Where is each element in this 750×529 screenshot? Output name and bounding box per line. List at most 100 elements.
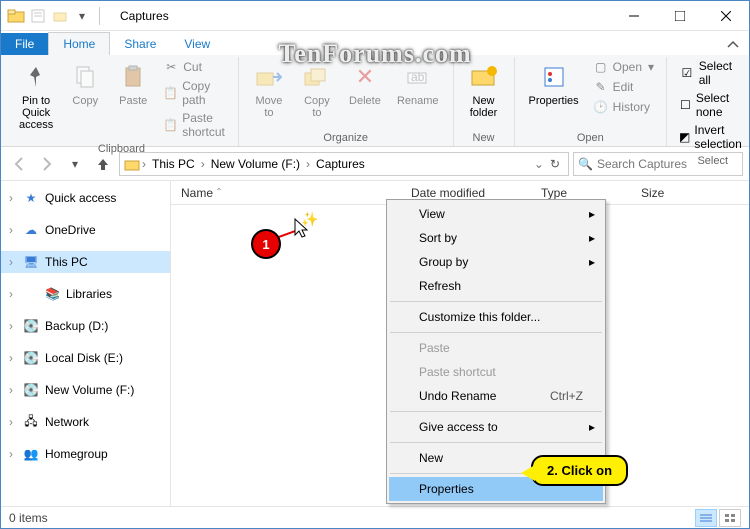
context-paste-shortcut: Paste shortcut xyxy=(389,360,603,384)
copy-path-icon: 📋 xyxy=(163,85,178,101)
invert-selection-button[interactable]: ◩Invert selection xyxy=(675,121,750,153)
context-customize[interactable]: Customize this folder... xyxy=(389,305,603,329)
cloud-icon: ☁ xyxy=(23,222,39,238)
window-title: Captures xyxy=(110,9,611,23)
delete-button[interactable]: ✕ Delete xyxy=(343,57,387,130)
content-area: ★Quick access ☁OneDrive 🖥This PC 📚Librar… xyxy=(1,181,749,506)
properties-icon xyxy=(538,61,570,93)
folder-icon xyxy=(124,156,140,172)
up-button[interactable] xyxy=(91,152,115,176)
address-bar-row: ▾ › This PC› New Volume (F:)› Captures ⌄… xyxy=(1,147,749,181)
new-folder-qat-icon[interactable] xyxy=(51,7,69,25)
breadcrumb-thispc[interactable]: This PC xyxy=(148,155,199,173)
ribbon-group-new: New folder New xyxy=(454,57,515,146)
folder-icon xyxy=(7,7,25,25)
sidebar-item-quick-access[interactable]: ★Quick access xyxy=(1,187,170,209)
edit-button[interactable]: ✎Edit xyxy=(589,77,658,97)
minimize-button[interactable] xyxy=(611,1,657,31)
sidebar-item-network[interactable]: 🖧Network xyxy=(1,411,170,433)
paste-button[interactable]: Paste xyxy=(111,57,155,141)
ribbon-collapse-button[interactable] xyxy=(717,35,749,55)
tab-home[interactable]: Home xyxy=(48,32,110,55)
navigation-sidebar: ★Quick access ☁OneDrive 🖥This PC 📚Librar… xyxy=(1,181,171,506)
copy-path-button[interactable]: 📋Copy path xyxy=(159,77,230,109)
address-dropdown-icon[interactable]: ⌄ xyxy=(534,157,544,171)
drive-icon: 💽 xyxy=(23,382,39,398)
titlebar: ▾ Captures xyxy=(1,1,749,31)
sidebar-item-onedrive[interactable]: ☁OneDrive xyxy=(1,219,170,241)
annotation-step2: 2. Click on xyxy=(531,455,628,486)
context-paste: Paste xyxy=(389,336,603,360)
libraries-icon xyxy=(23,286,39,302)
copyto-icon xyxy=(301,61,333,93)
context-give-access[interactable]: Give access to▸ xyxy=(389,415,603,439)
context-undo-rename[interactable]: Undo RenameCtrl+Z xyxy=(389,384,603,408)
svg-text:ab: ab xyxy=(411,70,425,84)
tab-file[interactable]: File xyxy=(1,33,48,55)
copy-button[interactable]: Copy xyxy=(63,57,107,141)
sidebar-item-libraries[interactable]: 📚Libraries xyxy=(1,283,170,305)
history-button[interactable]: 🕑History xyxy=(589,97,658,117)
qat-dropdown-icon[interactable]: ▾ xyxy=(73,7,91,25)
column-name[interactable]: Name ˆ xyxy=(171,186,401,200)
breadcrumb-captures[interactable]: Captures xyxy=(312,155,369,173)
ribbon-group-select: ☑Select all ☐Select none ◩Invert selecti… xyxy=(667,57,750,146)
breadcrumb-volume[interactable]: New Volume (F:) xyxy=(207,155,304,173)
recent-button[interactable]: ▾ xyxy=(63,152,87,176)
sidebar-item-newvol[interactable]: 💽New Volume (F:) xyxy=(1,379,170,401)
open-button[interactable]: ▢Open▾ xyxy=(589,57,658,77)
status-bar: 0 items xyxy=(1,506,749,528)
homegroup-icon: 👥 xyxy=(23,446,39,462)
drive-icon: 💽 xyxy=(23,318,39,334)
copy-to-button[interactable]: Copy to xyxy=(295,57,339,130)
forward-button[interactable] xyxy=(35,152,59,176)
large-icons-view-button[interactable] xyxy=(719,509,741,527)
sidebar-item-thispc[interactable]: 🖥This PC xyxy=(1,251,170,273)
sidebar-item-homegroup[interactable]: 👥Homegroup xyxy=(1,443,170,465)
cut-button[interactable]: ✂Cut xyxy=(159,57,230,77)
search-box[interactable]: 🔍 Search Captures xyxy=(573,152,743,176)
invert-icon: ◩ xyxy=(679,129,690,145)
context-refresh[interactable]: Refresh xyxy=(389,274,603,298)
column-date[interactable]: Date modified xyxy=(401,186,531,200)
move-icon xyxy=(253,61,285,93)
context-view[interactable]: View▸ xyxy=(389,202,603,226)
select-all-icon: ☑ xyxy=(679,65,695,81)
context-groupby[interactable]: Group by▸ xyxy=(389,250,603,274)
address-bar[interactable]: › This PC› New Volume (F:)› Captures ⌄ ↻ xyxy=(119,152,569,176)
paste-shortcut-button[interactable]: 📋Paste shortcut xyxy=(159,109,230,141)
tab-share[interactable]: Share xyxy=(110,33,170,55)
ribbon: Pin to Quick access Copy Paste ✂Cut 📋Cop… xyxy=(1,55,749,147)
properties-qat-icon[interactable] xyxy=(29,7,47,25)
rename-button[interactable]: ab Rename xyxy=(391,57,445,130)
pin-quick-access-button[interactable]: Pin to Quick access xyxy=(13,57,59,141)
maximize-button[interactable] xyxy=(657,1,703,31)
annotation-cursor-icon xyxy=(293,217,311,239)
column-size[interactable]: Size xyxy=(631,186,674,200)
select-all-button[interactable]: ☑Select all xyxy=(675,57,750,89)
sidebar-item-backup[interactable]: 💽Backup (D:) xyxy=(1,315,170,337)
refresh-button[interactable]: ↻ xyxy=(546,157,564,171)
drive-icon: 💽 xyxy=(23,350,39,366)
pc-icon: 🖥 xyxy=(23,254,39,270)
back-button[interactable] xyxy=(7,152,31,176)
column-type[interactable]: Type xyxy=(531,186,631,200)
select-none-button[interactable]: ☐Select none xyxy=(675,89,750,121)
delete-icon: ✕ xyxy=(349,61,381,93)
new-folder-button[interactable]: New folder xyxy=(462,57,506,130)
open-icon: ▢ xyxy=(593,59,609,75)
edit-icon: ✎ xyxy=(593,79,609,95)
details-view-button[interactable] xyxy=(695,509,717,527)
paste-shortcut-icon: 📋 xyxy=(163,117,178,133)
move-to-button[interactable]: Move to xyxy=(247,57,291,130)
ribbon-tabs: File Home Share View xyxy=(1,31,749,55)
close-button[interactable] xyxy=(703,1,749,31)
sidebar-item-local[interactable]: 💽Local Disk (E:) xyxy=(1,347,170,369)
status-items: 0 items xyxy=(9,511,48,525)
window-buttons xyxy=(611,1,749,31)
network-icon: 🖧 xyxy=(23,414,39,430)
properties-button[interactable]: Properties xyxy=(523,57,585,130)
tab-view[interactable]: View xyxy=(170,33,224,55)
context-sortby[interactable]: Sort by▸ xyxy=(389,226,603,250)
cut-icon: ✂ xyxy=(163,59,179,75)
